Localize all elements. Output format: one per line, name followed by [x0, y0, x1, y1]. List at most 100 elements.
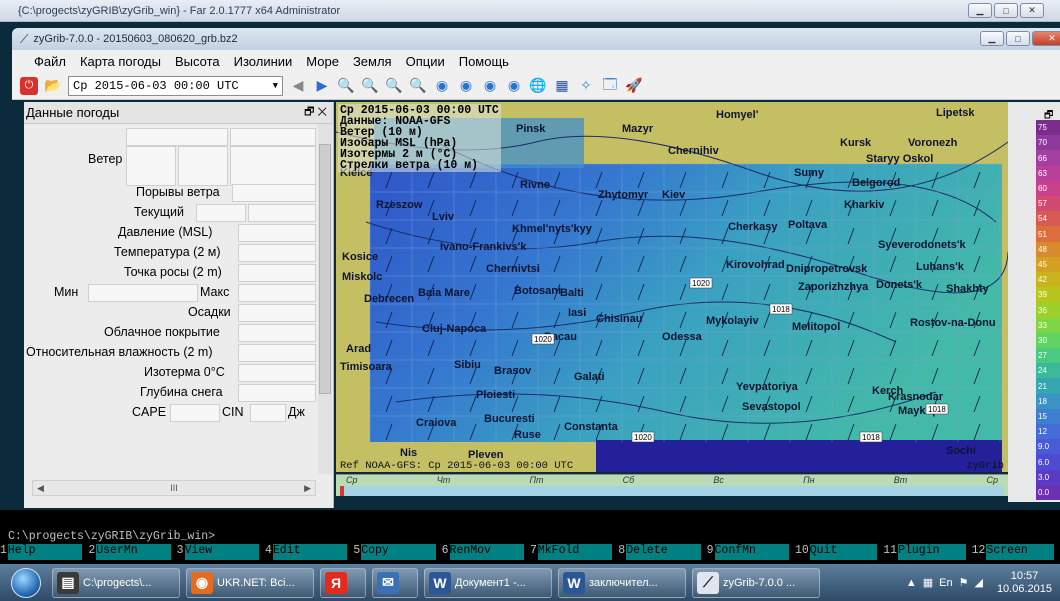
menu-altitude[interactable]: Высота [175, 54, 220, 69]
function-key-number: 6 [441, 544, 450, 560]
system-tray: ▲ ▦ En ⚑ ◢ 10:57 10.06.2015 [860, 564, 1060, 601]
panel-horizontal-scrollbar[interactable]: ◀ III ▶ [32, 480, 316, 496]
pan-right-icon[interactable]: ◉ [457, 77, 475, 95]
legend-swatch: 70 [1036, 135, 1060, 151]
weather-map[interactable]: Lipetsk Homyel' Pinsk Mazyr Kursk Voronezh Che… [336, 102, 1008, 472]
window-icon[interactable]: 🗔 [601, 76, 619, 95]
meteotable-icon[interactable]: ▦ [553, 77, 571, 95]
zoom-all-icon[interactable]: 🔍 [409, 77, 427, 95]
pan-up-icon[interactable]: ◉ [481, 77, 499, 95]
gusts-label: Порывы ветра [136, 185, 220, 199]
scroll-left-icon[interactable]: ◀ [37, 483, 44, 494]
volume-icon[interactable]: ◢ [974, 576, 982, 589]
clock[interactable]: 10:57 10.06.2015 [997, 570, 1052, 596]
function-key-confmn[interactable]: 9 ConfMn [706, 544, 795, 560]
city-label: Lipetsk [936, 107, 975, 119]
maximize-button[interactable]: □ [994, 3, 1018, 18]
temperature-label: Температура (2 м) [114, 245, 221, 259]
city-label: Iasi [568, 307, 586, 319]
stop-icon[interactable]: ⏻ [20, 76, 38, 95]
city-label: Khmel'nyts'kyy [512, 223, 593, 235]
menu-options[interactable]: Опции [406, 54, 445, 69]
open-folder-icon[interactable]: 📂 [44, 77, 62, 95]
function-key-plugin[interactable]: 11 Plugin [883, 544, 971, 560]
data-cell [238, 244, 316, 262]
function-key-help[interactable]: 1 Help [0, 544, 88, 560]
scrollbar-grip[interactable]: III [170, 483, 178, 493]
taskbar-button[interactable]: Я [320, 567, 366, 598]
function-key-usermn[interactable]: 2 UserMn [88, 544, 176, 560]
app-close-button[interactable]: ✕ [1032, 31, 1060, 46]
time-slider[interactable]: Ср Чт Пт Сб Вс Пн Вт Ср [336, 474, 1008, 496]
menu-isolines[interactable]: Изолинии [234, 54, 293, 69]
taskbar-button[interactable]: W Документ1 -... [424, 567, 552, 598]
app-window-titlebar[interactable]: ⟋ zyGrib-7.0.0 - 20150603_080620_grb.bz2… [12, 28, 1060, 50]
legend-swatch: 54 [1036, 211, 1060, 227]
city-label: Mykolayiv [706, 315, 759, 327]
minimize-button[interactable]: ▁ [968, 3, 992, 18]
data-cell [250, 404, 286, 422]
start-button[interactable] [6, 565, 46, 601]
close-button[interactable]: ✕ [1020, 3, 1044, 18]
timeline-track[interactable] [340, 486, 1004, 496]
city-label: Staryy Oskol [866, 153, 933, 165]
app-window-title: zyGrib-7.0.0 - 20150603_080620_grb.bz2 [33, 33, 238, 45]
pointer-icon[interactable]: ✧ [577, 77, 595, 95]
date-selector[interactable]: Ср 2015-06-03 00:00 UTC ▼ [68, 75, 283, 96]
data-cell [238, 284, 316, 302]
legend-swatch: 24 [1036, 363, 1060, 379]
taskbar-button[interactable]: ⟋ zyGrib-7.0.0 ... [692, 567, 820, 598]
far-window-controls: ▁ □ ✕ [968, 3, 1044, 18]
zoom-out-icon[interactable]: 🔍 [361, 77, 379, 95]
app-minimize-button[interactable]: ▁ [980, 31, 1004, 46]
taskbar-button[interactable]: ◉ UKR.NET: Всі... [186, 567, 314, 598]
function-key-renmov[interactable]: 6 RenMov [441, 544, 530, 560]
network-icon[interactable]: ▦ [923, 576, 933, 589]
function-key-quit[interactable]: 10 Quit [794, 544, 883, 560]
legend-swatch: 60 [1036, 180, 1060, 197]
function-key-mkfold[interactable]: 7 MkFold [529, 544, 618, 560]
pan-down-icon[interactable]: ◉ [505, 77, 523, 95]
previous-date-icon[interactable]: ◀ [289, 77, 307, 95]
menu-weather-map[interactable]: Карта погоды [80, 54, 161, 69]
zoom-in-icon[interactable]: 🔍 [337, 77, 355, 95]
function-key-label: Delete [626, 544, 701, 560]
next-date-icon[interactable]: ▶ [313, 77, 331, 95]
rocket-icon[interactable]: 🚀 [625, 77, 643, 95]
timeline-cursor[interactable] [340, 486, 344, 496]
language-indicator[interactable]: En [939, 577, 952, 589]
function-key-delete[interactable]: 8 Delete [618, 544, 706, 560]
flag-icon[interactable]: ⚑ [959, 576, 969, 589]
scrollbar-thumb[interactable] [319, 144, 331, 394]
data-cell [230, 128, 316, 146]
far-console[interactable]: C:\progects\zyGRIB\zyGrib_win> 1 Help 2 Use… [0, 510, 1060, 564]
function-key-screen[interactable]: 12 Screen [971, 544, 1060, 560]
cloud-cover-label: Облачное покрытие [104, 325, 220, 339]
menu-file[interactable]: Файл [34, 54, 66, 69]
function-key-view[interactable]: 3 View [176, 544, 265, 560]
panel-vertical-scrollbar[interactable] [318, 124, 332, 474]
scroll-right-icon[interactable]: ▶ [304, 483, 311, 494]
data-cell [238, 384, 316, 402]
panel-float-close-icon[interactable]: 🗗 ✕ [304, 103, 327, 122]
zoom-selection-icon[interactable]: 🔍 [385, 77, 403, 95]
data-cell [126, 128, 228, 146]
menu-land[interactable]: Земля [353, 54, 392, 69]
menu-help[interactable]: Помощь [459, 54, 509, 69]
globe-icon[interactable]: 🌐 [529, 77, 547, 95]
function-key-edit[interactable]: 4 Edit [264, 544, 353, 560]
taskbar-button[interactable]: Wзаключител... [558, 567, 686, 598]
data-cell [126, 146, 176, 186]
data-cell [170, 404, 220, 422]
app-maximize-button[interactable]: □ [1006, 31, 1030, 46]
far-window-titlebar[interactable]: {C:\progects\zyGRIB\zyGrib_win} - Far 2.… [0, 0, 1060, 22]
function-key-label: Screen [986, 544, 1054, 560]
menu-sea[interactable]: Море [306, 54, 339, 69]
pan-left-icon[interactable]: ◉ [433, 77, 451, 95]
city-label: Botosani [514, 285, 561, 297]
city-label: Brasov [494, 365, 532, 377]
taskbar-button[interactable]: ▤ C:\progects\... [52, 567, 180, 598]
taskbar-button[interactable]: ✉ [372, 567, 418, 598]
function-key-copy[interactable]: 5 Copy [353, 544, 441, 560]
tray-arrow-icon[interactable]: ▲ [906, 577, 917, 589]
